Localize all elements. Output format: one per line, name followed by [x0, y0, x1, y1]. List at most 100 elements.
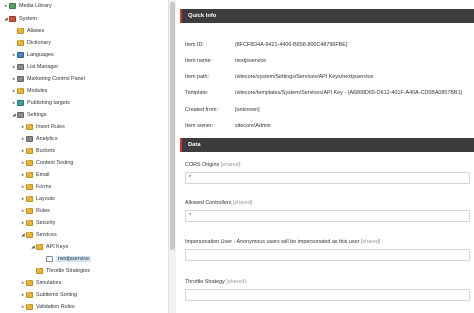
field-title: CORS Origins: [185, 162, 220, 168]
document-icon: [46, 256, 53, 262]
tree-node-label: Languages: [27, 52, 54, 58]
tree-node[interactable]: ▸ Insert Rules: [20, 123, 65, 131]
tree-node-label: Forms: [36, 184, 52, 190]
tree-node-label: Security: [36, 220, 56, 226]
quick-info-label: Item path:: [185, 74, 209, 80]
quick-info-value: /sitecore/templates/System/Services/API …: [235, 90, 463, 96]
tree-node-label: Modules: [27, 88, 48, 94]
email-icon: [26, 171, 33, 178]
marketing-icon: [17, 76, 24, 82]
quick-info-label: Item name:: [185, 58, 212, 64]
content-testing-icon: [26, 159, 33, 166]
field-title: Throttle Strategy: [185, 279, 225, 285]
tree-node-label: Buckets: [36, 148, 56, 154]
shared-badge: [shared]:: [226, 279, 248, 285]
quick-info-value: /sitecore/system/Settings/Services/API K…: [235, 74, 374, 80]
validation-rules-icon: [26, 303, 33, 310]
tree-node[interactable]: ▸ Publishing targets: [11, 99, 70, 107]
tree-node-label: API Keys: [46, 244, 69, 250]
tree-node[interactable]: Dictionary: [11, 39, 51, 47]
field-label: CORS Origins [shared]:: [185, 162, 242, 168]
quick-info-row: Item name: nextjsservice: [185, 57, 266, 65]
field-input[interactable]: [185, 249, 470, 261]
data-section-title: Data: [188, 142, 201, 148]
rules-icon: [26, 207, 33, 214]
quick-info-label: Item owner:: [185, 123, 214, 129]
shared-badge: [shared]:: [360, 239, 382, 245]
tree-node[interactable]: ▸ Layouts: [20, 195, 55, 203]
tree-node[interactable]: ▸ Validation Rules: [20, 303, 75, 311]
field-input[interactable]: *: [185, 172, 470, 184]
media-library-icon: [9, 3, 16, 9]
quick-info-header[interactable]: Quick Info: [180, 9, 474, 23]
field-title: Impersonation User - Anonymous users wil…: [185, 239, 360, 245]
field-label: Throttle Strategy [shared]:: [185, 279, 247, 285]
tree-node[interactable]: ▸ List Manager: [11, 63, 58, 71]
tree-node-label: Subitems Sorting: [36, 292, 78, 298]
tree-node[interactable]: ▸ Modules: [11, 87, 47, 95]
tree-node-label: Analytics: [36, 136, 58, 142]
tree-node[interactable]: ◢ Services: [20, 231, 57, 239]
settings-icon: [17, 112, 24, 118]
tree-node-label: Publishing targets: [27, 100, 70, 106]
shared-badge: [shared]:: [220, 162, 242, 168]
tree-node-label: Rules: [36, 208, 50, 214]
tree-node[interactable]: ▸ Rules: [20, 207, 50, 215]
tree-node[interactable]: ▸ Media Library: [3, 2, 52, 10]
tree-node[interactable]: ▸ Subitems Sorting: [20, 291, 77, 299]
quick-info-row: Item ID: {8FCF8D4A-8421-4406-B658-800C487…: [185, 41, 348, 49]
scrollbar-thumb[interactable]: [170, 2, 175, 250]
tree-node[interactable]: ▸ Languages: [11, 51, 54, 59]
system-icon: [9, 16, 16, 22]
tree-node[interactable]: ▸ Simulators: [20, 279, 61, 287]
tree-node[interactable]: ◢ Settings: [11, 111, 46, 119]
aliases-icon: [17, 27, 24, 34]
quick-info-value: nextjsservice: [235, 58, 267, 64]
insert-rules-icon: [26, 123, 33, 130]
tree-node[interactable]: ▸ Buckets: [20, 147, 55, 155]
field-input[interactable]: [185, 289, 470, 301]
tree-node-label: Throttle Strategies: [46, 268, 91, 274]
data-section-header[interactable]: Data: [180, 138, 474, 152]
quick-info-label: Item ID:: [185, 42, 204, 48]
languages-icon: [17, 52, 24, 58]
section-accent: [180, 9, 182, 23]
tree-node[interactable]: ▸ Analytics: [20, 135, 58, 143]
field-label: Allowed Controllers [shared]:: [185, 200, 254, 206]
tree-node-label: Insert Rules: [36, 124, 65, 130]
tree-scrollbar[interactable]: [168, 0, 176, 313]
quick-info-row: Item owner: sitecore\Admin: [185, 122, 271, 130]
tree-node-label: Layouts: [36, 196, 55, 202]
tree-node[interactable]: ◢ System: [3, 15, 37, 23]
tree-node-label: Media Library: [19, 3, 52, 9]
tree-node-label: Dictionary: [27, 40, 51, 46]
tree-node[interactable]: ▸ Email: [20, 171, 49, 179]
tree-node[interactable]: ▸ Marketing Control Panel: [11, 75, 85, 83]
tree-node[interactable]: nextjsservice: [40, 255, 92, 263]
dictionary-icon: [17, 39, 24, 46]
api-keys-icon: [36, 243, 43, 250]
tree-node[interactable]: ▸ Forms: [20, 183, 51, 191]
tree-node-label: Validation Rules: [36, 304, 75, 310]
tree-node-label: List Manager: [27, 64, 59, 70]
field-input[interactable]: *: [185, 210, 470, 222]
tree-node-label: Marketing Control Panel: [27, 76, 85, 82]
throttle-strategies-icon: [36, 267, 43, 274]
content-editor: Quick Info Item ID: {8FCF8D4A-8421-4406-B…: [176, 0, 474, 313]
tree-node[interactable]: ▸ Security: [20, 219, 55, 227]
tree-node[interactable]: Throttle Strategies: [30, 267, 90, 275]
tree-node[interactable]: ◢ API Keys: [30, 243, 68, 251]
tree-node[interactable]: Aliases: [11, 27, 44, 35]
analytics-icon: [26, 136, 33, 142]
quick-info-row: Template: /sitecore/templates/System/Serv…: [185, 89, 462, 97]
tree-node-label: System: [19, 16, 37, 22]
quick-info-row: Created from: [unknown]: [185, 106, 260, 114]
field-label: Impersonation User - Anonymous users wil…: [185, 239, 382, 245]
quick-info-value: sitecore\Admin: [235, 123, 271, 129]
content-tree: ▸ Media Library ◢ System Aliases Dictionary ▸ L…: [0, 0, 168, 313]
quick-info-value: [unknown]: [235, 107, 260, 113]
tree-node-label: Settings: [27, 112, 47, 118]
tree-node[interactable]: ▸ Content Testing: [20, 159, 73, 167]
quick-info-title: Quick Info: [188, 13, 217, 19]
quick-info-label: Created from:: [185, 107, 218, 113]
